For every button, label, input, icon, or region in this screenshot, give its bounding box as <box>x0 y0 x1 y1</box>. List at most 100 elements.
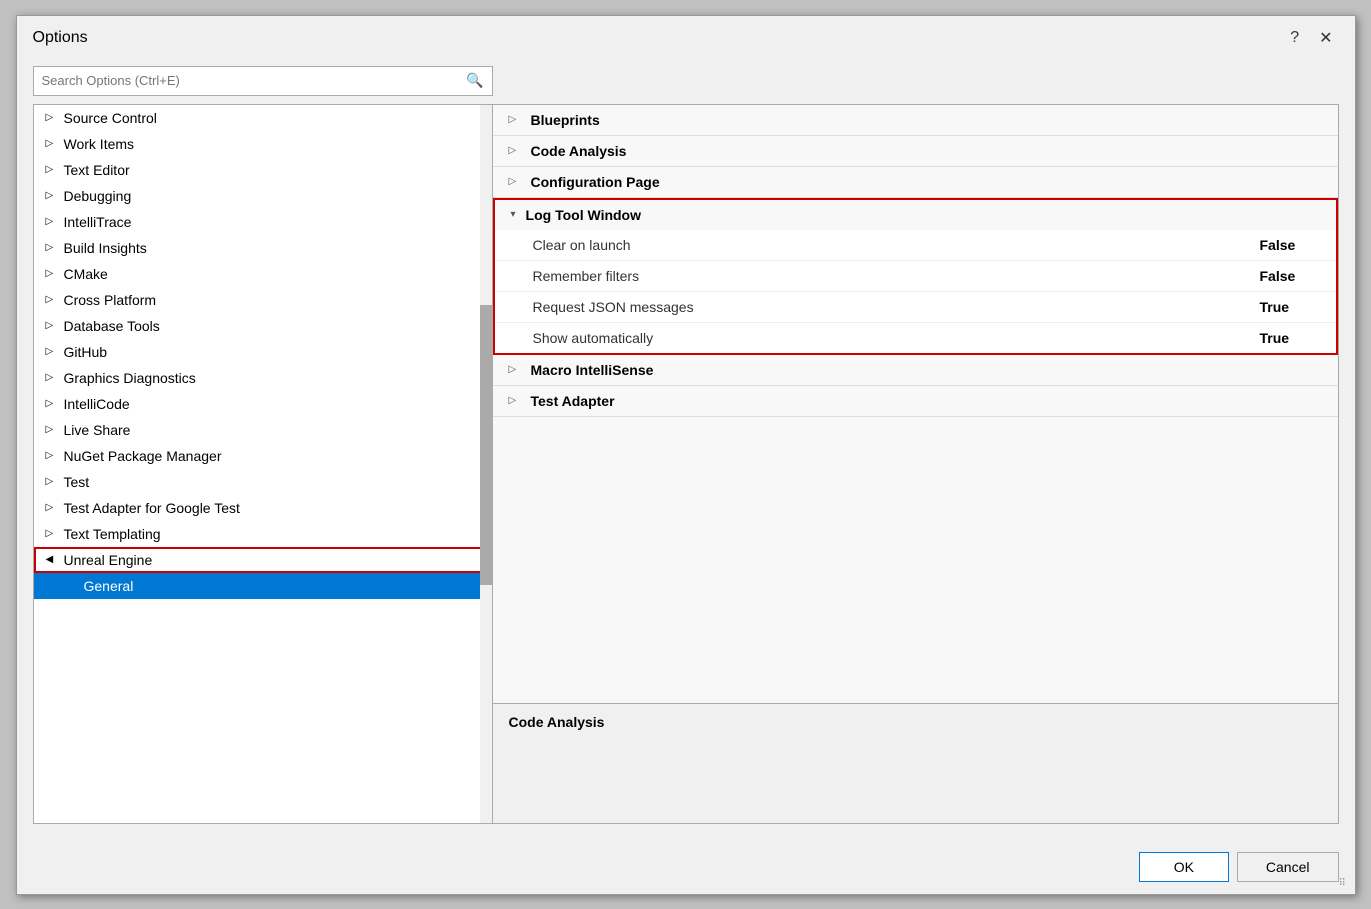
option-label: Macro IntelliSense <box>531 362 654 378</box>
tree-item-github[interactable]: ▷ GitHub <box>34 339 492 365</box>
tree-item-cross-platform[interactable]: ▷ Cross Platform <box>34 287 492 313</box>
arrow-icon: ▷ <box>46 398 58 409</box>
arrow-icon: ▷ <box>46 372 58 383</box>
tree-item-intellitrace[interactable]: ▷IntelliTrace <box>34 209 492 235</box>
dialog-body: 🔍 ▷ Source Control ▷ Work Items ▷ Text Editor… <box>17 58 1355 840</box>
setting-value: False <box>1260 237 1320 253</box>
main-content: ▷Source Control▷Work Items▷Text Editor▷D… <box>33 104 1339 824</box>
option-section-test-adapter: ▷ Test Adapter <box>493 386 1338 417</box>
tree-item-text-templating[interactable]: ▷Text Templating <box>34 521 492 547</box>
tree-item-label: IntelliTrace <box>64 214 132 230</box>
tree-item-debugging[interactable]: ▷Debugging <box>34 183 492 209</box>
arrow-icon: ▷ <box>46 450 58 461</box>
setting-row-clear-on-launch[interactable]: Clear on launchFalse <box>495 230 1336 261</box>
arrow-icon: ▷ <box>46 424 58 435</box>
resize-corner[interactable]: ⠿ <box>1339 878 1351 890</box>
arrow-icon: ◀ <box>46 554 58 565</box>
options-dialog: Options ? ✕ 🔍 ▷ Source Control ▷ Work Items… <box>16 15 1356 895</box>
log-tool-arrow: ▾ <box>511 209 516 220</box>
tree-item-label: General <box>84 578 134 594</box>
tree-item-source-control[interactable]: ▷ Source Control <box>34 105 492 131</box>
option-section-blueprints: ▷ Blueprints <box>493 105 1338 136</box>
right-bottom: Code Analysis <box>493 703 1338 823</box>
arrow-icon: ▷ <box>46 346 58 357</box>
tree-item-label: Work Items <box>64 136 135 152</box>
tree-item-label: Graphics Diagnostics <box>64 370 196 386</box>
tree-item-test[interactable]: ▷ Test <box>34 469 492 495</box>
close-button[interactable]: ✕ <box>1313 26 1338 50</box>
log-tool-header[interactable]: ▾ Log Tool Window <box>495 200 1336 230</box>
tree-item-work-items[interactable]: ▷ Work Items <box>34 131 492 157</box>
option-label: Test Adapter <box>531 393 615 409</box>
tree-item-label: Live Share <box>64 422 131 438</box>
setting-value: True <box>1260 330 1320 346</box>
tree-item-intellicode[interactable]: ▷ IntelliCode <box>34 391 492 417</box>
log-tool-body: Clear on launchFalseRemember filtersFals… <box>495 230 1336 353</box>
option-row-macro-intellisense[interactable]: ▷ Macro IntelliSense <box>493 355 1338 385</box>
left-panel: ▷Source Control▷Work Items▷Text Editor▷D… <box>33 104 493 824</box>
option-row-code-analysis[interactable]: ▷Code Analysis <box>493 136 1338 166</box>
chevron-right-icon: ▷ <box>509 395 521 406</box>
tree-item-database-tools[interactable]: ▷ Database Tools <box>34 313 492 339</box>
ok-button[interactable]: OK <box>1139 852 1229 882</box>
tree-item-label: Cross Platform <box>64 292 157 308</box>
arrow-icon: ▷ <box>46 164 58 175</box>
chevron-right-icon: ▷ <box>509 364 521 375</box>
arrow-icon: ▷ <box>46 502 58 513</box>
option-row-configuration-page[interactable]: ▷Configuration Page <box>493 167 1338 197</box>
tree-item-nuget-package-manager[interactable]: ▷NuGet Package Manager <box>34 443 492 469</box>
log-tool-label: Log Tool Window <box>526 207 641 223</box>
tree-item-label: Database Tools <box>64 318 160 334</box>
tree-item-label: Test <box>64 474 90 490</box>
setting-name: Remember filters <box>533 268 1260 284</box>
arrow-icon: ▷ <box>46 320 58 331</box>
search-input[interactable] <box>42 73 467 88</box>
log-tool-window-section: ▾ Log Tool Window Clear on launchFalseRe… <box>493 198 1338 355</box>
tree-item-text-editor[interactable]: ▷ Text Editor <box>34 157 492 183</box>
dialog-title: Options <box>33 29 88 47</box>
tree-item-general[interactable]: General <box>34 573 492 599</box>
option-row-blueprints[interactable]: ▷ Blueprints <box>493 105 1338 135</box>
arrow-icon: ▷ <box>46 476 58 487</box>
tree-item-live-share[interactable]: ▷ Live Share <box>34 417 492 443</box>
option-section-macro-intellisense: ▷ Macro IntelliSense <box>493 355 1338 386</box>
tree-item-test-adapter-google[interactable]: ▷ Test Adapter for Google Test <box>34 495 492 521</box>
option-label: Configuration Page <box>531 174 660 190</box>
scrollbar-thumb[interactable] <box>480 305 492 585</box>
setting-row-request-json-messages[interactable]: Request JSON messagesTrue <box>495 292 1336 323</box>
right-bottom-title: Code Analysis <box>509 714 1322 730</box>
tree-item-label: Source Control <box>64 110 157 126</box>
chevron-right-icon: ▷ <box>509 114 521 125</box>
title-bar: Options ? ✕ <box>17 16 1355 58</box>
search-box: 🔍 <box>33 66 493 96</box>
tree-item-label: Build Insights <box>64 240 147 256</box>
tree-item-unreal-engine[interactable]: ◀Unreal Engine <box>34 547 492 573</box>
scrollbar-track[interactable] <box>480 105 492 823</box>
title-bar-controls: ? ✕ <box>1284 26 1338 50</box>
right-top: ▷Blueprints▷Code Analysis▷Configuration … <box>493 105 1338 703</box>
tree-item-cmake[interactable]: ▷CMake <box>34 261 492 287</box>
tree-item-graphics-diagnostics[interactable]: ▷ Graphics Diagnostics <box>34 365 492 391</box>
right-panel: ▷Blueprints▷Code Analysis▷Configuration … <box>493 104 1339 824</box>
tree-item-label: IntelliCode <box>64 396 130 412</box>
arrow-icon: ▷ <box>46 138 58 149</box>
tree-item-build-insights[interactable]: ▷ Build Insights <box>34 235 492 261</box>
option-label: Code Analysis <box>531 143 627 159</box>
option-row-test-adapter[interactable]: ▷ Test Adapter <box>493 386 1338 416</box>
arrow-icon: ▷ <box>46 242 58 253</box>
help-button[interactable]: ? <box>1284 27 1305 49</box>
setting-name: Show automatically <box>533 330 1260 346</box>
setting-row-remember-filters[interactable]: Remember filtersFalse <box>495 261 1336 292</box>
tree-item-label: Text Editor <box>64 162 130 178</box>
tree-item-label: Debugging <box>64 188 132 204</box>
search-icon: 🔍 <box>466 72 483 89</box>
cancel-button[interactable]: Cancel <box>1237 852 1339 882</box>
arrow-icon: ▷ <box>46 294 58 305</box>
option-label: Blueprints <box>531 112 600 128</box>
arrow-icon: ▷ <box>46 268 58 279</box>
tree-item-label: GitHub <box>64 344 108 360</box>
tree-item-label: Test Adapter for Google Test <box>64 500 240 516</box>
setting-row-show-automatically[interactable]: Show automaticallyTrue <box>495 323 1336 353</box>
arrow-icon: ▷ <box>46 112 58 123</box>
setting-name: Request JSON messages <box>533 299 1260 315</box>
